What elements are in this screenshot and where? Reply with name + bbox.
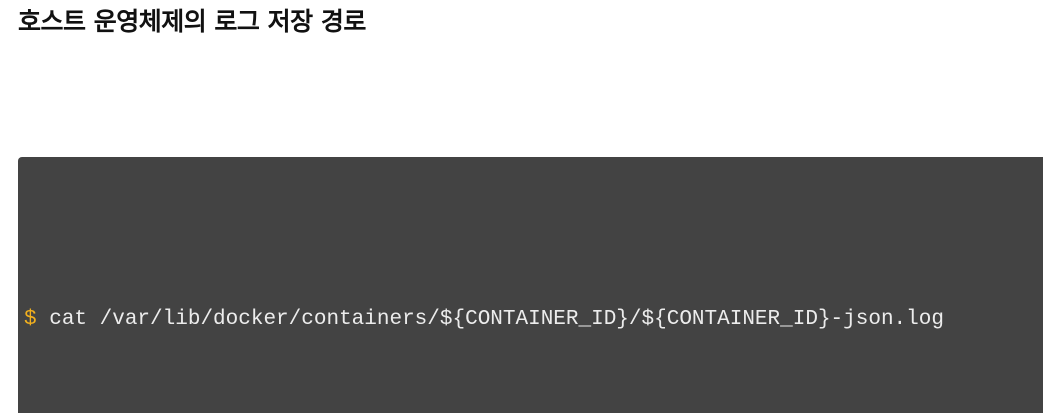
page: 호스트 운영체제의 로그 저장 경로 $ cat /var/lib/docker… [0, 0, 1043, 413]
shell-prompt: $ [24, 308, 37, 331]
section-heading: 호스트 운영체제의 로그 저장 경로 [18, 7, 366, 36]
shell-command: cat /var/lib/docker/containers/${CONTAIN… [49, 308, 944, 331]
code-block: $ cat /var/lib/docker/containers/${CONTA… [18, 157, 1043, 413]
code-line: $ cat /var/lib/docker/containers/${CONTA… [24, 307, 944, 333]
